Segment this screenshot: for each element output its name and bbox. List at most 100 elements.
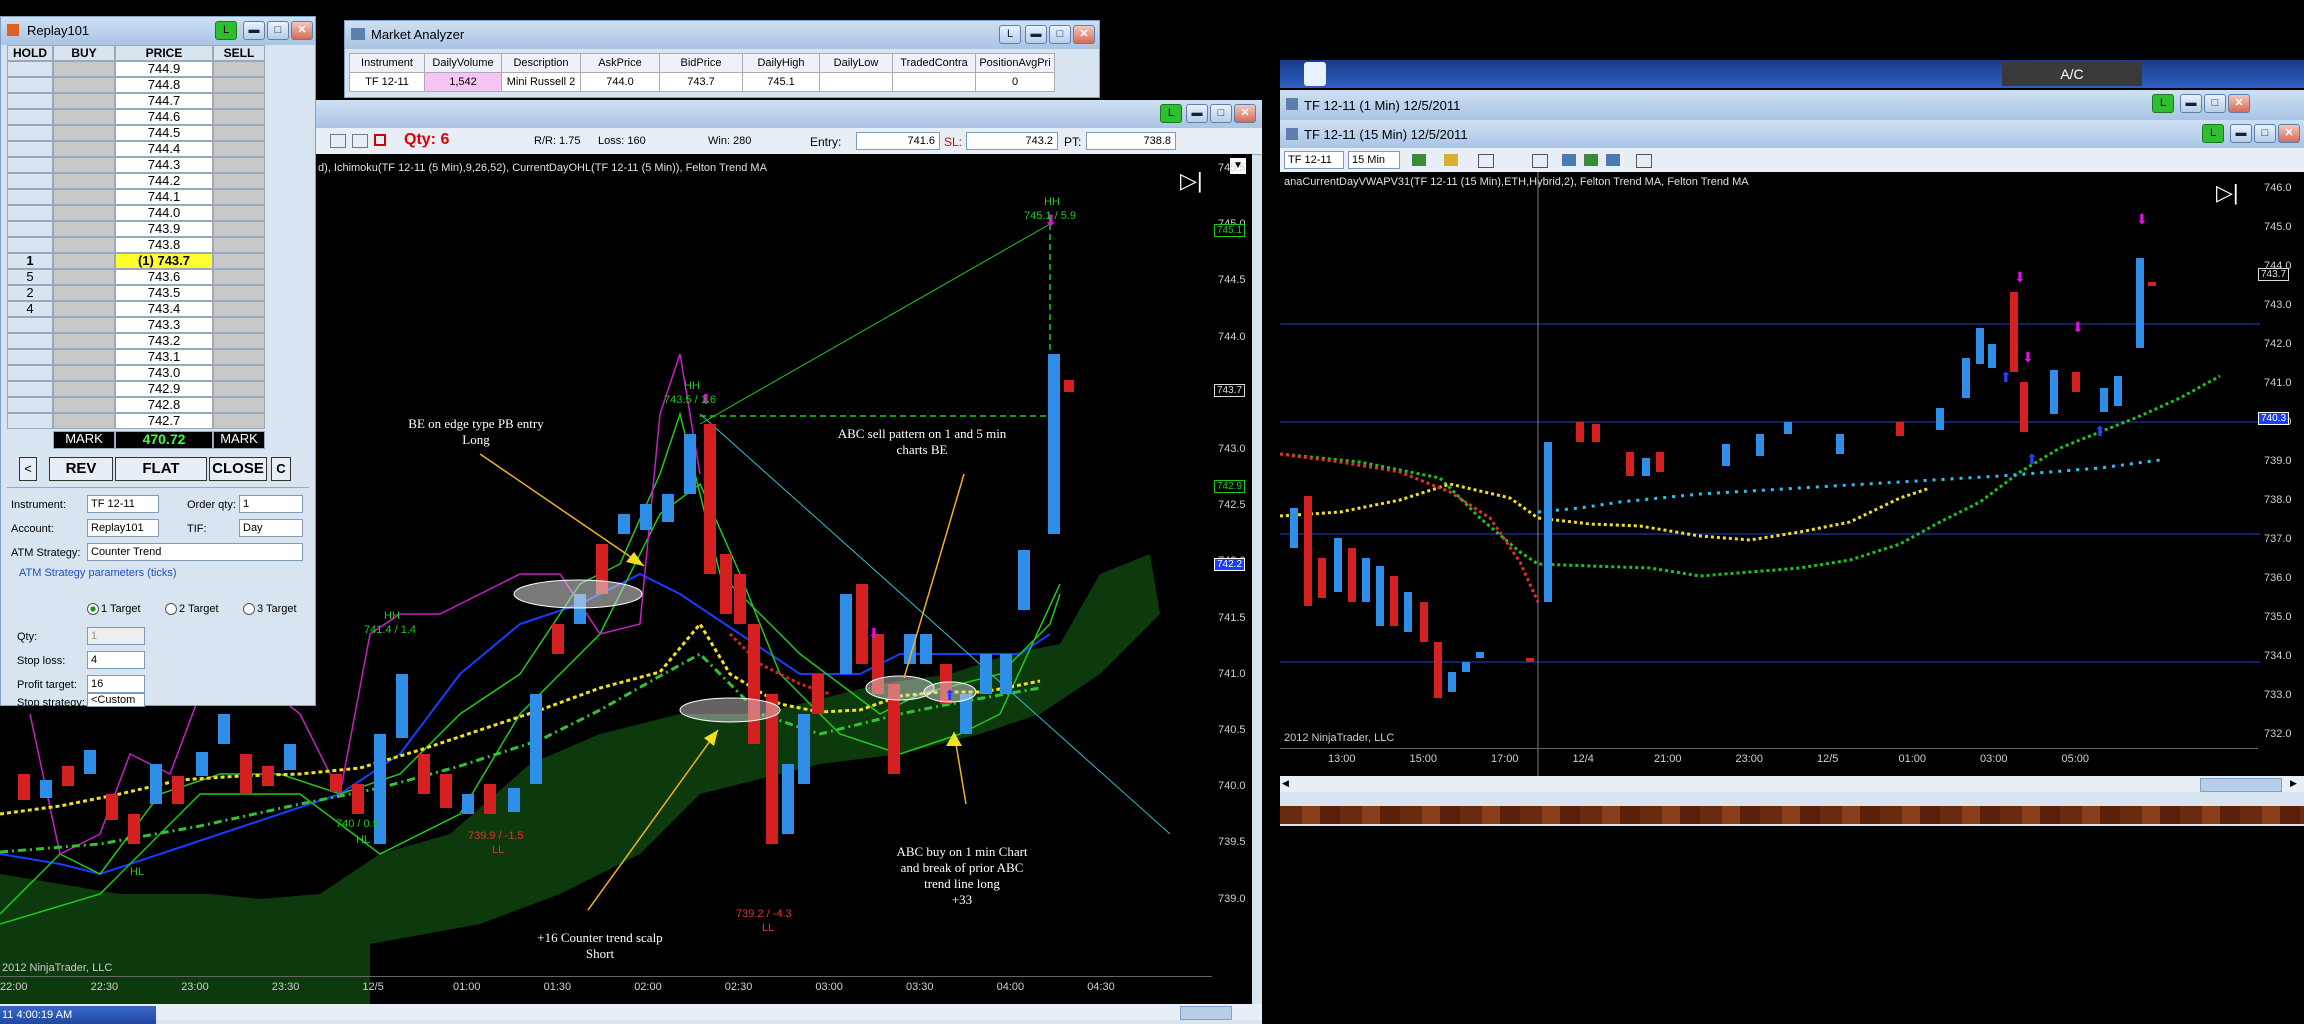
hold-cell[interactable] (7, 109, 53, 125)
properties-icon[interactable] (1562, 154, 1576, 166)
price-cell[interactable]: 742.8 (115, 397, 213, 413)
hold-cell[interactable]: 1 (7, 253, 53, 269)
order-icon[interactable] (374, 134, 386, 146)
hold-cell[interactable] (7, 189, 53, 205)
price-cell[interactable]: 743.8 (115, 237, 213, 253)
price-cell[interactable]: 743.1 (115, 349, 213, 365)
price-cell[interactable]: 743.3 (115, 317, 213, 333)
hold-cell[interactable]: 2 (7, 285, 53, 301)
stop-loss-field[interactable]: 4 (87, 651, 145, 669)
price-cell[interactable]: 742.9 (115, 381, 213, 397)
hold-cell[interactable] (7, 221, 53, 237)
grid-cell[interactable]: 745.1 (742, 72, 820, 92)
interval-select[interactable]: 15 Min (1348, 151, 1400, 169)
radio-selected-icon[interactable] (87, 603, 99, 615)
price-cell[interactable]: 744.3 (115, 157, 213, 173)
scrollbar-thumb[interactable] (1180, 1006, 1232, 1020)
buy-cell[interactable] (53, 253, 115, 269)
buy-cell[interactable] (53, 349, 115, 365)
hold-cell[interactable] (7, 365, 53, 381)
sell-cell[interactable] (213, 109, 265, 125)
column-header[interactable]: Instrument (349, 53, 425, 73)
price-cell[interactable]: 744.2 (115, 173, 213, 189)
flatten-button[interactable]: FLAT (115, 457, 207, 481)
zoom-icon[interactable] (1532, 154, 1548, 168)
pt-field[interactable]: 738.8 (1086, 132, 1176, 150)
buy-cell[interactable] (53, 397, 115, 413)
column-header[interactable]: BidPrice (659, 53, 743, 73)
buy-cell[interactable] (53, 317, 115, 333)
grid-cell[interactable]: 1,542 (424, 72, 502, 92)
mark-right-cell[interactable]: MARK (213, 431, 265, 449)
recycle-bin-icon[interactable] (1304, 62, 1326, 86)
column-header[interactable]: Description (501, 53, 581, 73)
buy-cell[interactable] (53, 221, 115, 237)
price-ladder[interactable]: HOLD BUY PRICE SELL 744.9 744.8 744.7 744.6 744.… (7, 45, 265, 429)
grid-cell[interactable]: 743.7 (659, 72, 743, 92)
scroll-right-icon[interactable]: ▶ (2290, 778, 2300, 790)
sell-cell[interactable] (213, 381, 265, 397)
sell-cell[interactable] (213, 125, 265, 141)
buy-cell[interactable] (53, 269, 115, 285)
buy-cell[interactable] (53, 413, 115, 429)
close-position-button[interactable]: CLOSE (209, 457, 267, 481)
price-cell[interactable]: 744.0 (115, 205, 213, 221)
buy-cell[interactable] (53, 205, 115, 221)
sell-cell[interactable] (213, 157, 265, 173)
sell-cell[interactable] (213, 365, 265, 381)
draw-icon[interactable] (330, 134, 346, 148)
maximize-button[interactable]: □ (2204, 94, 2226, 113)
link-button[interactable]: L (2152, 94, 2174, 113)
sell-cell[interactable] (213, 189, 265, 205)
column-header[interactable]: DailyHigh (742, 53, 820, 73)
sell-cell[interactable] (213, 253, 265, 269)
instrument-select[interactable]: TF 12-11 (1284, 151, 1344, 169)
atm-strategy-select[interactable]: Counter Trend (87, 543, 303, 561)
target-3-radio[interactable]: 3 Target (257, 603, 297, 615)
target-1-radio[interactable]: 1 Target (101, 603, 141, 615)
link-button[interactable]: L (1160, 104, 1182, 123)
buy-cell[interactable] (53, 125, 115, 141)
buy-cell[interactable] (53, 301, 115, 317)
minimize-button[interactable]: ▬ (1025, 25, 1047, 44)
scroll-left-icon[interactable]: ◀ (1282, 778, 1292, 790)
hold-cell[interactable] (7, 397, 53, 413)
grid-cell[interactable]: TF 12-11 (349, 72, 425, 92)
buy-cell[interactable] (53, 77, 115, 93)
radio-icon[interactable] (165, 603, 177, 615)
sell-cell[interactable] (213, 221, 265, 237)
close-button[interactable]: ✕ (1234, 104, 1256, 123)
sell-cell[interactable] (213, 333, 265, 349)
price-cell[interactable]: 743.4 (115, 301, 213, 317)
order-qty-field[interactable]: 1 (239, 495, 303, 513)
sell-cell[interactable] (213, 285, 265, 301)
chart-trader-icon[interactable] (1636, 154, 1652, 168)
hold-cell[interactable] (7, 93, 53, 109)
grid-cell[interactable]: 0 (975, 72, 1055, 92)
profit-target-field[interactable]: 16 (87, 675, 145, 693)
buy-cell[interactable] (53, 189, 115, 205)
strategies-icon[interactable] (1606, 154, 1620, 166)
radio-icon[interactable] (243, 603, 255, 615)
grid-cell[interactable] (892, 72, 976, 92)
bar-type-icon[interactable] (1412, 154, 1426, 166)
hold-cell[interactable] (7, 381, 53, 397)
buy-cell[interactable] (53, 173, 115, 189)
cancel-button[interactable]: C (271, 457, 291, 481)
hold-cell[interactable] (7, 349, 53, 365)
scrollbar[interactable]: ◀ ▶ (1280, 776, 2304, 792)
close-button[interactable]: ✕ (1073, 25, 1095, 44)
minimize-button[interactable]: ▬ (2180, 94, 2202, 113)
buy-cell[interactable] (53, 285, 115, 301)
sell-cell[interactable] (213, 205, 265, 221)
ac-button[interactable]: A/C (2002, 62, 2142, 86)
minimize-button[interactable]: ▬ (243, 21, 265, 40)
column-header[interactable]: DailyVolume (424, 53, 502, 73)
close-button[interactable]: ✕ (2278, 124, 2300, 143)
hold-cell[interactable]: 5 (7, 269, 53, 285)
sell-cell[interactable] (213, 317, 265, 333)
buy-cell[interactable] (53, 365, 115, 381)
price-cell[interactable]: 744.4 (115, 141, 213, 157)
minimize-button[interactable]: ▬ (1186, 104, 1208, 123)
pencil-icon[interactable] (1444, 154, 1458, 166)
